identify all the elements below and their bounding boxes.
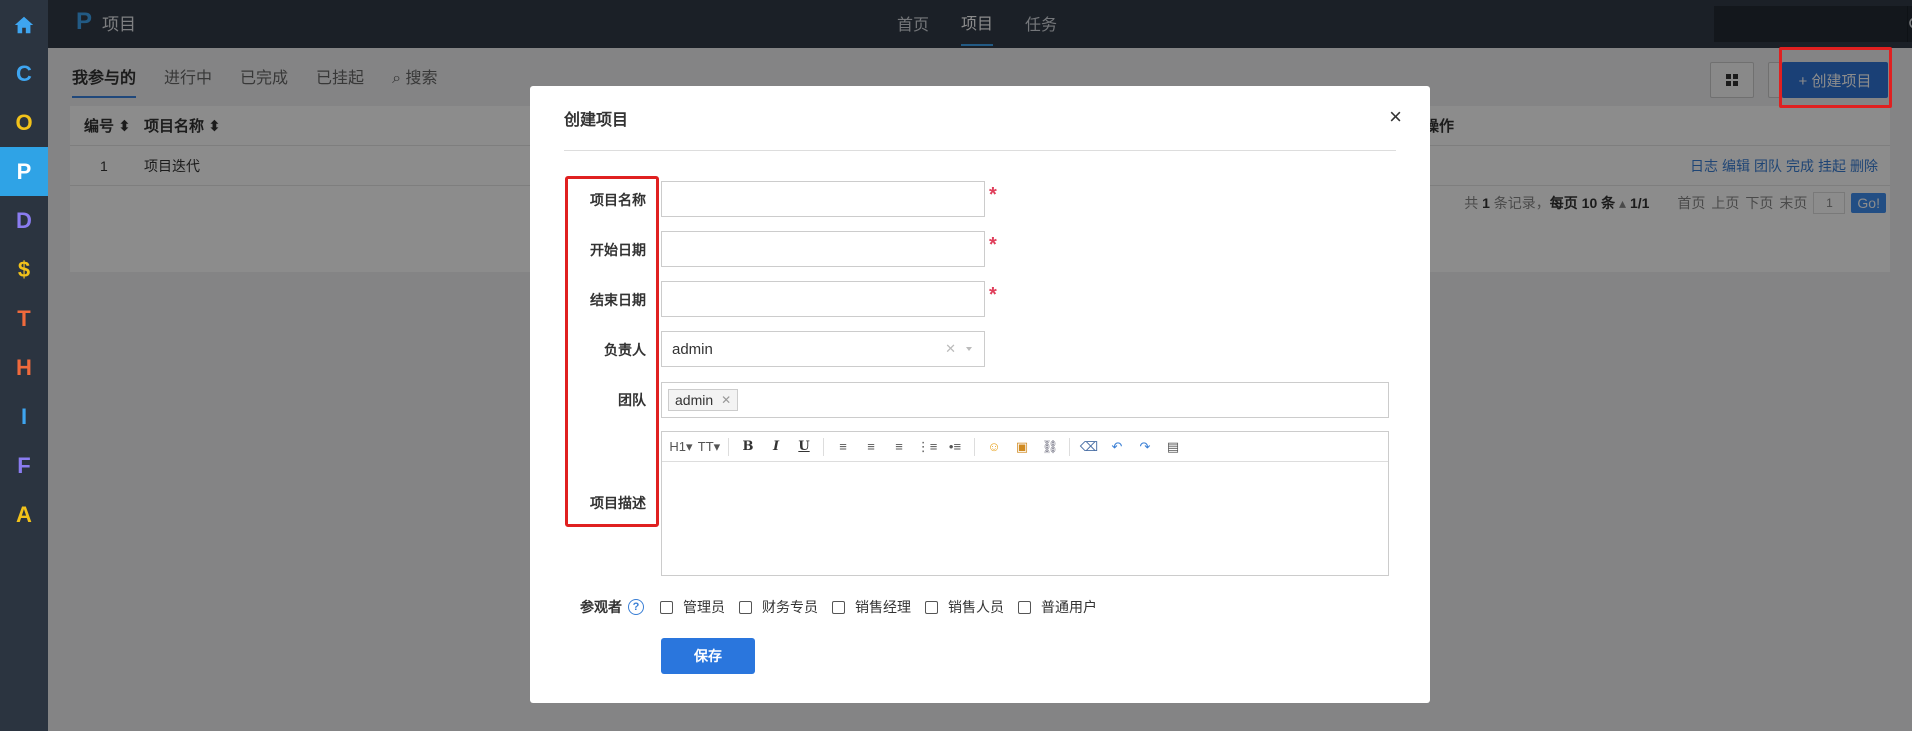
help-icon[interactable]: ?	[628, 599, 644, 615]
link-icon[interactable]: ⛓	[1037, 435, 1063, 459]
bullet-list-icon[interactable]: •≡	[942, 435, 968, 459]
close-icon[interactable]: ×	[1389, 104, 1402, 130]
create-project-dialog: 创建项目 × 项目名称 * 开始日期 * 结束日期 * 负责人 admin ✕ …	[530, 86, 1430, 703]
start-date-label: 开始日期	[590, 242, 646, 258]
home-icon[interactable]	[0, 0, 48, 49]
participants-label: 参观者	[580, 599, 622, 615]
sidebar-item-f[interactable]: F	[0, 441, 48, 490]
app-sidebar: C O P D $ T H I F A	[0, 0, 48, 731]
editor-body[interactable]	[662, 462, 1388, 575]
save-button[interactable]: 保存	[661, 638, 755, 674]
sidebar-item-i[interactable]: I	[0, 392, 48, 441]
checkbox-sales-staff[interactable]: 销售人员	[925, 597, 1004, 617]
create-button-highlight	[1779, 47, 1892, 108]
sidebar-item-d[interactable]: D	[0, 196, 48, 245]
owner-select[interactable]: admin ✕	[661, 331, 985, 367]
end-date-label: 结束日期	[590, 292, 646, 308]
bold-button[interactable]: B	[735, 435, 761, 459]
chevron-down-icon[interactable]	[966, 347, 972, 351]
dialog-divider	[564, 150, 1396, 151]
undo-icon[interactable]: ↶	[1104, 435, 1130, 459]
team-label: 团队	[618, 392, 646, 408]
dialog-title: 创建项目	[564, 112, 629, 129]
ordered-list-icon[interactable]: ⋮≡	[914, 435, 940, 459]
project-name-label: 项目名称	[590, 192, 646, 208]
align-center-icon[interactable]: ≡	[858, 435, 884, 459]
editor-toolbar: H1 ▾ TT ▾ B I U ≡ ≡ ≡ ⋮≡ •≡ ☺ ▣ ⛓ ⌫ ↶ ↷ ▤	[662, 432, 1388, 462]
clear-icon[interactable]: ✕	[945, 341, 956, 357]
font-size-button[interactable]: TT ▾	[696, 435, 722, 459]
team-select[interactable]: admin ✕	[661, 382, 1389, 418]
required-mark: *	[989, 184, 997, 206]
sidebar-item-a[interactable]: A	[0, 490, 48, 539]
end-date-input[interactable]	[661, 281, 985, 317]
eraser-icon[interactable]: ⌫	[1076, 435, 1102, 459]
checkbox-finance[interactable]: 财务专员	[739, 597, 818, 617]
paste-icon[interactable]: ▤	[1160, 435, 1186, 459]
emoji-icon[interactable]: ☺	[981, 435, 1007, 459]
owner-value: admin	[672, 340, 713, 358]
start-date-input[interactable]	[661, 231, 985, 267]
participants-row: 参观者 ? 管理员 财务专员 销售经理 销售人员 普通用户	[580, 597, 1111, 617]
checkbox-admin[interactable]: 管理员	[660, 597, 725, 617]
description-label: 项目描述	[590, 495, 646, 511]
redo-icon[interactable]: ↷	[1132, 435, 1158, 459]
align-right-icon[interactable]: ≡	[886, 435, 912, 459]
underline-button[interactable]: U	[791, 435, 817, 459]
sidebar-item-t[interactable]: T	[0, 294, 48, 343]
align-left-icon[interactable]: ≡	[830, 435, 856, 459]
sidebar-item-o[interactable]: O	[0, 98, 48, 147]
team-chip-label: admin	[675, 392, 714, 408]
sidebar-item-p[interactable]: P	[0, 147, 48, 196]
remove-chip-icon[interactable]: ✕	[721, 393, 731, 407]
required-mark: *	[989, 284, 997, 306]
sidebar-item-h[interactable]: H	[0, 343, 48, 392]
heading-button[interactable]: H1 ▾	[668, 435, 694, 459]
description-editor: H1 ▾ TT ▾ B I U ≡ ≡ ≡ ⋮≡ •≡ ☺ ▣ ⛓ ⌫ ↶ ↷ ▤	[661, 431, 1389, 576]
team-chip: admin ✕	[668, 389, 739, 411]
sidebar-item-c[interactable]: C	[0, 49, 48, 98]
italic-button[interactable]: I	[763, 435, 789, 459]
sidebar-item-dollar[interactable]: $	[0, 245, 48, 294]
checkbox-normal-user[interactable]: 普通用户	[1018, 597, 1097, 617]
checkbox-sales-manager[interactable]: 销售经理	[832, 597, 911, 617]
required-mark: *	[989, 234, 997, 256]
image-icon[interactable]: ▣	[1009, 435, 1035, 459]
project-name-input[interactable]	[661, 181, 985, 217]
owner-label: 负责人	[604, 342, 646, 358]
